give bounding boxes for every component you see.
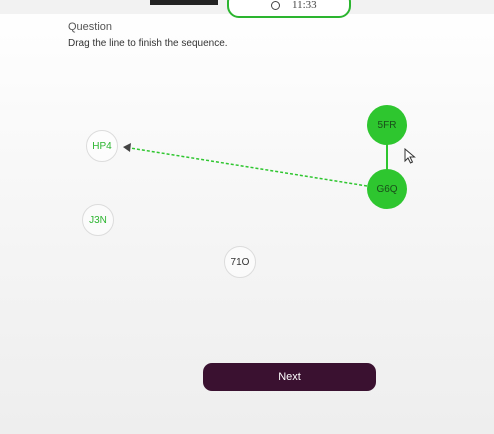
sequence-node-71o[interactable]: 71O: [224, 246, 256, 278]
sequence-node-hp4[interactable]: HP4: [86, 130, 118, 162]
sequence-node-5fr[interactable]: 5FR: [367, 105, 407, 145]
dashed-drag-line[interactable]: [129, 147, 368, 187]
sequence-node-g6q[interactable]: G6Q: [367, 169, 407, 209]
next-button[interactable]: Next: [203, 363, 376, 391]
sequence-node-j3n[interactable]: J3N: [82, 204, 114, 236]
drag-line-arrowhead: [123, 143, 131, 152]
mouse-cursor-icon: [404, 148, 416, 164]
